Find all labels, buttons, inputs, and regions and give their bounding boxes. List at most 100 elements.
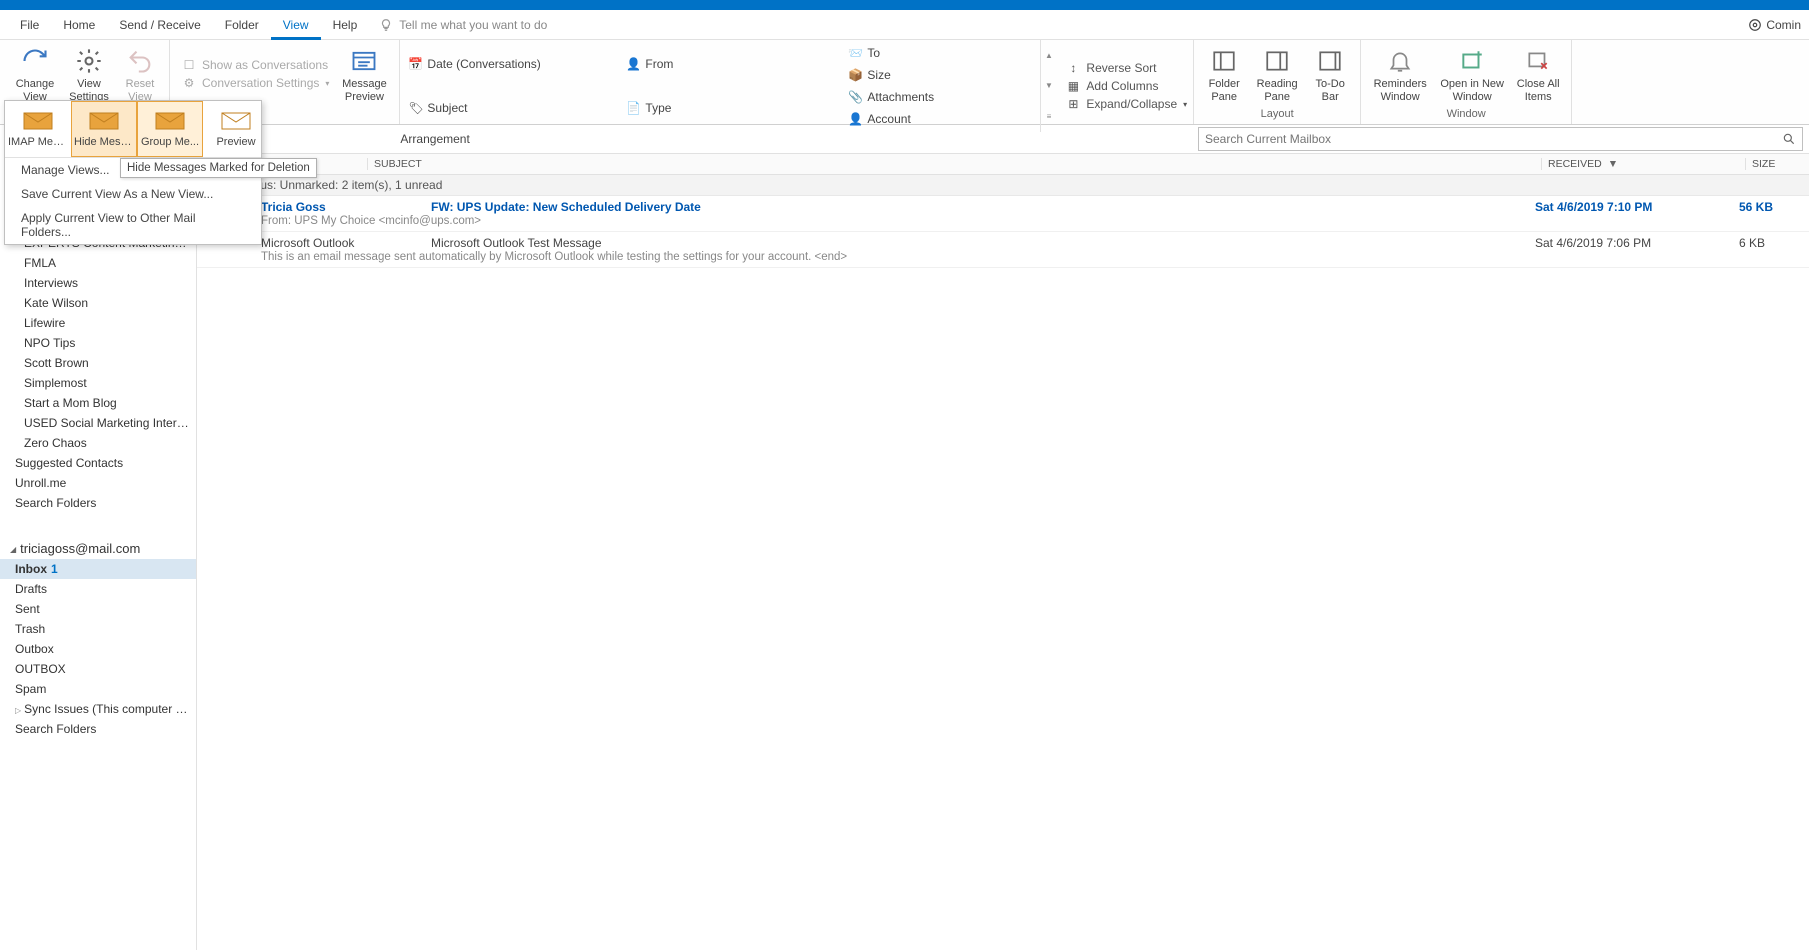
folder-item[interactable]: NPO Tips bbox=[0, 333, 196, 353]
search-input[interactable] bbox=[1199, 132, 1776, 146]
arrange-account[interactable]: 👤Account bbox=[848, 112, 1008, 126]
column-size[interactable]: SIZE bbox=[1745, 158, 1809, 170]
tab-home[interactable]: Home bbox=[51, 10, 107, 40]
close-all-items-button[interactable]: Close All Items bbox=[1511, 42, 1565, 106]
preview-icon bbox=[348, 45, 380, 77]
chevron-down-icon: ▾ bbox=[325, 79, 329, 88]
tab-view[interactable]: View bbox=[271, 10, 321, 40]
expand-collapse-button[interactable]: ⊞Expand/Collapse▾ bbox=[1066, 97, 1187, 111]
folder-item[interactable]: OUTBOX bbox=[0, 659, 196, 679]
folder-item[interactable]: Lifewire bbox=[0, 313, 196, 333]
tab-file[interactable]: File bbox=[8, 10, 51, 40]
conversation-settings-button[interactable]: ⚙ Conversation Settings ▾ bbox=[182, 76, 329, 90]
tooltip: Hide Messages Marked for Deletion bbox=[120, 158, 317, 178]
bell-icon bbox=[1384, 45, 1416, 77]
ribbon-group-arrangement: 📅Date (Conversations) 👤From 🏷Subject 📄Ty… bbox=[400, 40, 1194, 124]
folder-item[interactable]: Trash bbox=[0, 619, 196, 639]
search-icon[interactable] bbox=[1776, 132, 1802, 146]
account-header[interactable]: triciagoss@mail.com bbox=[0, 535, 196, 559]
expand-icon: ⊞ bbox=[1066, 97, 1080, 111]
arrange-to[interactable]: 📨To bbox=[848, 46, 1008, 60]
tab-send-receive[interactable]: Send / Receive bbox=[107, 10, 212, 40]
folder-item[interactable]: Search Folders bbox=[0, 719, 196, 739]
message-size: 56 KB bbox=[1739, 200, 1803, 214]
message-size: 6 KB bbox=[1739, 236, 1803, 250]
folder-item[interactable]: Sent bbox=[0, 599, 196, 619]
folder-item[interactable]: Start a Mom Blog bbox=[0, 393, 196, 413]
arrange-size[interactable]: 📦Size bbox=[848, 68, 1008, 82]
search-box[interactable] bbox=[1198, 127, 1803, 151]
message-list-area: FROM SUBJECT RECEIVED▼ SIZE tus: Unmarke… bbox=[197, 153, 1809, 950]
tab-help[interactable]: Help bbox=[321, 10, 370, 40]
change-view-button[interactable]: Change View bbox=[9, 42, 61, 106]
folder-item[interactable]: Kate Wilson bbox=[0, 293, 196, 313]
size-icon: 📦 bbox=[848, 68, 862, 82]
gallery-imap-messages[interactable]: IMAP Mess... bbox=[5, 101, 71, 157]
person-icon: 👤 bbox=[626, 57, 640, 71]
message-preview-button[interactable]: Message Preview bbox=[335, 42, 393, 106]
folder-item[interactable]: FMLA bbox=[0, 253, 196, 273]
view-settings-button[interactable]: View Settings bbox=[63, 42, 115, 106]
message-row[interactable]: Tricia GossFW: UPS Update: New Scheduled… bbox=[197, 196, 1809, 232]
folder-item[interactable]: Sync Issues (This computer only) bbox=[0, 699, 196, 719]
envelope-icon bbox=[88, 110, 120, 132]
gallery-preview[interactable]: Preview bbox=[203, 101, 269, 157]
arrange-from[interactable]: 👤From bbox=[626, 46, 816, 82]
folder-item[interactable]: Search Folders bbox=[0, 493, 196, 513]
apply-view-item[interactable]: Apply Current View to Other Mail Folders… bbox=[5, 206, 261, 244]
folder-item[interactable]: Suggested Contacts bbox=[0, 453, 196, 473]
checkbox-icon: ☐ bbox=[182, 58, 196, 72]
menu-tabs: File Home Send / Receive Folder View Hel… bbox=[0, 10, 1809, 40]
reverse-sort-button[interactable]: ↕Reverse Sort bbox=[1066, 61, 1187, 75]
save-view-as-item[interactable]: Save Current View As a New View... bbox=[5, 182, 261, 206]
ribbon-group-window: Reminders Window Open in New Window Clos… bbox=[1361, 40, 1572, 124]
reminders-window-button[interactable]: Reminders Window bbox=[1367, 42, 1433, 106]
message-preview-text: This is an email message sent automatica… bbox=[261, 250, 1803, 263]
column-subject[interactable]: SUBJECT bbox=[367, 158, 1541, 170]
reset-view-button[interactable]: Reset View bbox=[117, 42, 163, 106]
folder-item[interactable]: Inbox1 bbox=[0, 559, 196, 579]
message-from: Tricia Goss bbox=[261, 200, 431, 214]
envelope-icon bbox=[22, 110, 54, 132]
tell-me-input[interactable]: Tell me what you want to do bbox=[399, 18, 547, 32]
arrange-subject[interactable]: 🏷Subject bbox=[408, 90, 598, 126]
refresh-icon bbox=[19, 45, 51, 77]
folder-item[interactable]: Spam bbox=[0, 679, 196, 699]
folder-item[interactable]: Unroll.me bbox=[0, 473, 196, 493]
arrange-type[interactable]: 📄Type bbox=[626, 90, 816, 126]
reading-pane-icon bbox=[1261, 45, 1293, 77]
lightbulb-icon bbox=[379, 18, 393, 32]
message-preview-label: Message Preview bbox=[339, 78, 389, 103]
folder-item[interactable]: Interviews bbox=[0, 273, 196, 293]
message-received: Sat 4/6/2019 7:10 PM bbox=[1535, 200, 1739, 214]
gallery-hide-messages[interactable]: Hide Mess... bbox=[71, 101, 137, 157]
todo-bar-button[interactable]: To-Do Bar bbox=[1306, 42, 1354, 106]
todo-bar-icon bbox=[1314, 45, 1346, 77]
folder-item[interactable]: Zero Chaos bbox=[0, 433, 196, 453]
message-from: Microsoft Outlook bbox=[261, 236, 431, 250]
show-conversations-label: Show as Conversations bbox=[202, 58, 328, 72]
folder-pane-button[interactable]: Folder Pane bbox=[1200, 42, 1248, 106]
folder-sidebar: Junk EmailDeleted Items21Deleted Message… bbox=[0, 153, 197, 950]
column-received[interactable]: RECEIVED▼ bbox=[1541, 158, 1745, 170]
arrange-date[interactable]: 📅Date (Conversations) bbox=[408, 46, 598, 82]
folder-item[interactable]: Simplemost bbox=[0, 373, 196, 393]
reading-pane-button[interactable]: Reading Pane bbox=[1250, 42, 1304, 106]
folder-item[interactable]: Scott Brown bbox=[0, 353, 196, 373]
folder-item[interactable]: Outbox bbox=[0, 639, 196, 659]
message-row[interactable]: Microsoft OutlookMicrosoft Outlook Test … bbox=[197, 232, 1809, 268]
show-conversations-checkbox[interactable]: ☐ Show as Conversations bbox=[182, 58, 329, 72]
folder-item[interactable]: USED Social Marketing Interviews bbox=[0, 413, 196, 433]
arrangement-scroller[interactable]: ▲▼≡ bbox=[1040, 40, 1056, 132]
add-columns-button[interactable]: ▦Add Columns bbox=[1066, 79, 1187, 93]
folder-item[interactable]: Drafts bbox=[0, 579, 196, 599]
coming-soon-button[interactable]: Comin bbox=[1748, 18, 1801, 32]
open-new-window-button[interactable]: Open in New Window bbox=[1435, 42, 1509, 106]
topic-icon: 🏷 bbox=[408, 101, 422, 115]
arrange-attachments[interactable]: 📎Attachments bbox=[848, 90, 1008, 104]
layout-group-label: Layout bbox=[1261, 108, 1294, 122]
tab-folder[interactable]: Folder bbox=[213, 10, 271, 40]
gallery-group-messages[interactable]: Group Me... bbox=[137, 101, 203, 157]
ribbon: Change View View Settings Reset View ☐ S… bbox=[0, 40, 1809, 125]
close-window-icon bbox=[1522, 45, 1554, 77]
